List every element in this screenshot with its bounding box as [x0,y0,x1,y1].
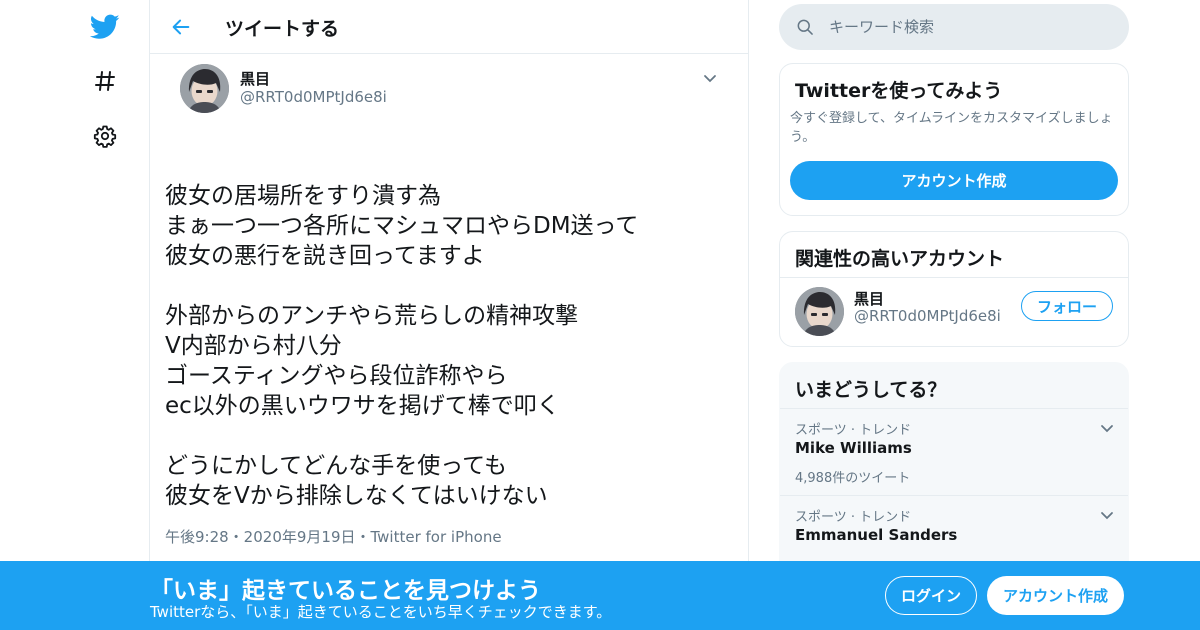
related-account-handle[interactable]: @RRT0d0MPtJd6e8i [854,307,1001,325]
tweet-text: 彼女の居場所をすり潰す為 まぁ一つ一つ各所にマシュマロやらDM送って 彼女の悪行… [165,181,735,511]
tweet-text-line: どうにかしてどんな手を使っても [165,453,508,479]
left-nav [80,0,130,630]
search-icon [797,19,813,35]
main-column: ツイートする 黒目 @RRT0d0MPtJd6e8i 彼女の居場所をすり潰す為 … [149,0,749,630]
tweet-text-line: ec以外の黒いウワサを掲げて棒で叩く [165,393,560,419]
tweet-timestamp[interactable]: 午後9:28・2020年9月19日・Twitter for iPhone [165,526,502,547]
signup-card-description: 今すぐ登録して、タイムラインをカスタマイズしましょう。 [790,111,1113,145]
login-button[interactable]: ログイン [885,576,977,615]
tweet-text-line: 彼女の居場所をすり潰す為 [165,183,441,209]
hashtag-icon[interactable] [90,66,120,96]
tweet-text-line: V内部から村八分 [165,333,342,359]
tweet-text-line [165,421,735,451]
trend-name: Mike Williams [795,439,912,457]
search-input[interactable] [829,16,1109,38]
trends-title: いまどうしてる？ [795,379,947,401]
page-title: ツイートする [225,18,340,40]
banner-subtitle: Twitterなら、「いま」起きていることをいち早くチェックできます。 [150,603,612,621]
chevron-down-icon[interactable] [1098,420,1116,438]
chevron-down-icon[interactable] [1098,507,1116,525]
signup-card-title: Twitterを使ってみよう [795,80,1003,102]
banner-create-account-button[interactable]: アカウント作成 [987,576,1124,615]
tweet-text-line: ゴースティングやら段位詐称やら [165,363,508,389]
tweet: 黒目 @RRT0d0MPtJd6e8i 彼女の居場所をすり潰す為 まぁ一つ一つ各… [150,54,748,597]
follow-button[interactable]: フォロー [1021,291,1113,321]
author-handle[interactable]: @RRT0d0MPtJd6e8i [240,88,387,106]
avatar[interactable] [795,287,844,336]
author-name[interactable]: 黒目 [240,68,270,89]
related-accounts-card: 関連性の高いアカウント 黒目 @RRT0d0MPtJd6e8i フォロー [779,231,1129,347]
trend-category: スポーツ · トレンド [795,423,912,438]
related-accounts-title: 関連性の高いアカウント [795,248,1005,270]
trend-category: スポーツ · トレンド [795,510,912,525]
tweet-text-line: 彼女の悪行を説き回ってますよ [165,243,485,269]
signup-banner: 「いま」起きていることを見つけよう Twitterなら、「いま」起きていることを… [0,561,1200,630]
banner-title: 「いま」起きていることを見つけよう [150,578,541,604]
trend-name: Emmanuel Sanders [795,526,958,544]
trend-item[interactable]: スポーツ · トレンド Mike Williams 4,988件のツイート [780,408,1128,495]
related-account-name[interactable]: 黒目 [854,288,884,309]
search-bar[interactable] [779,4,1129,50]
chevron-down-icon[interactable] [701,70,719,88]
tweet-author-row: 黒目 @RRT0d0MPtJd6e8i [165,54,733,124]
tweet-text-line: 彼女をVから排除しなくてはいけない [165,483,548,509]
tweet-text-line: まぁ一つ一つ各所にマシュマロやらDM送って [165,213,639,239]
back-arrow-icon[interactable] [168,14,194,40]
trend-count: 4,988件のツイート [795,471,911,486]
tweet-text-line: 外部からのアンチやら荒らしの精神攻撃 [165,303,579,329]
divider [780,277,1128,278]
signup-card: Twitterを使ってみよう 今すぐ登録して、タイムラインをカスタマイズしましょ… [779,63,1129,216]
twitter-bird-icon[interactable] [90,12,120,42]
create-account-button[interactable]: アカウント作成 [790,161,1118,200]
avatar[interactable] [180,64,229,113]
gear-icon[interactable] [90,121,120,151]
page-header: ツイートする [150,0,748,54]
tweet-text-line [165,271,735,301]
